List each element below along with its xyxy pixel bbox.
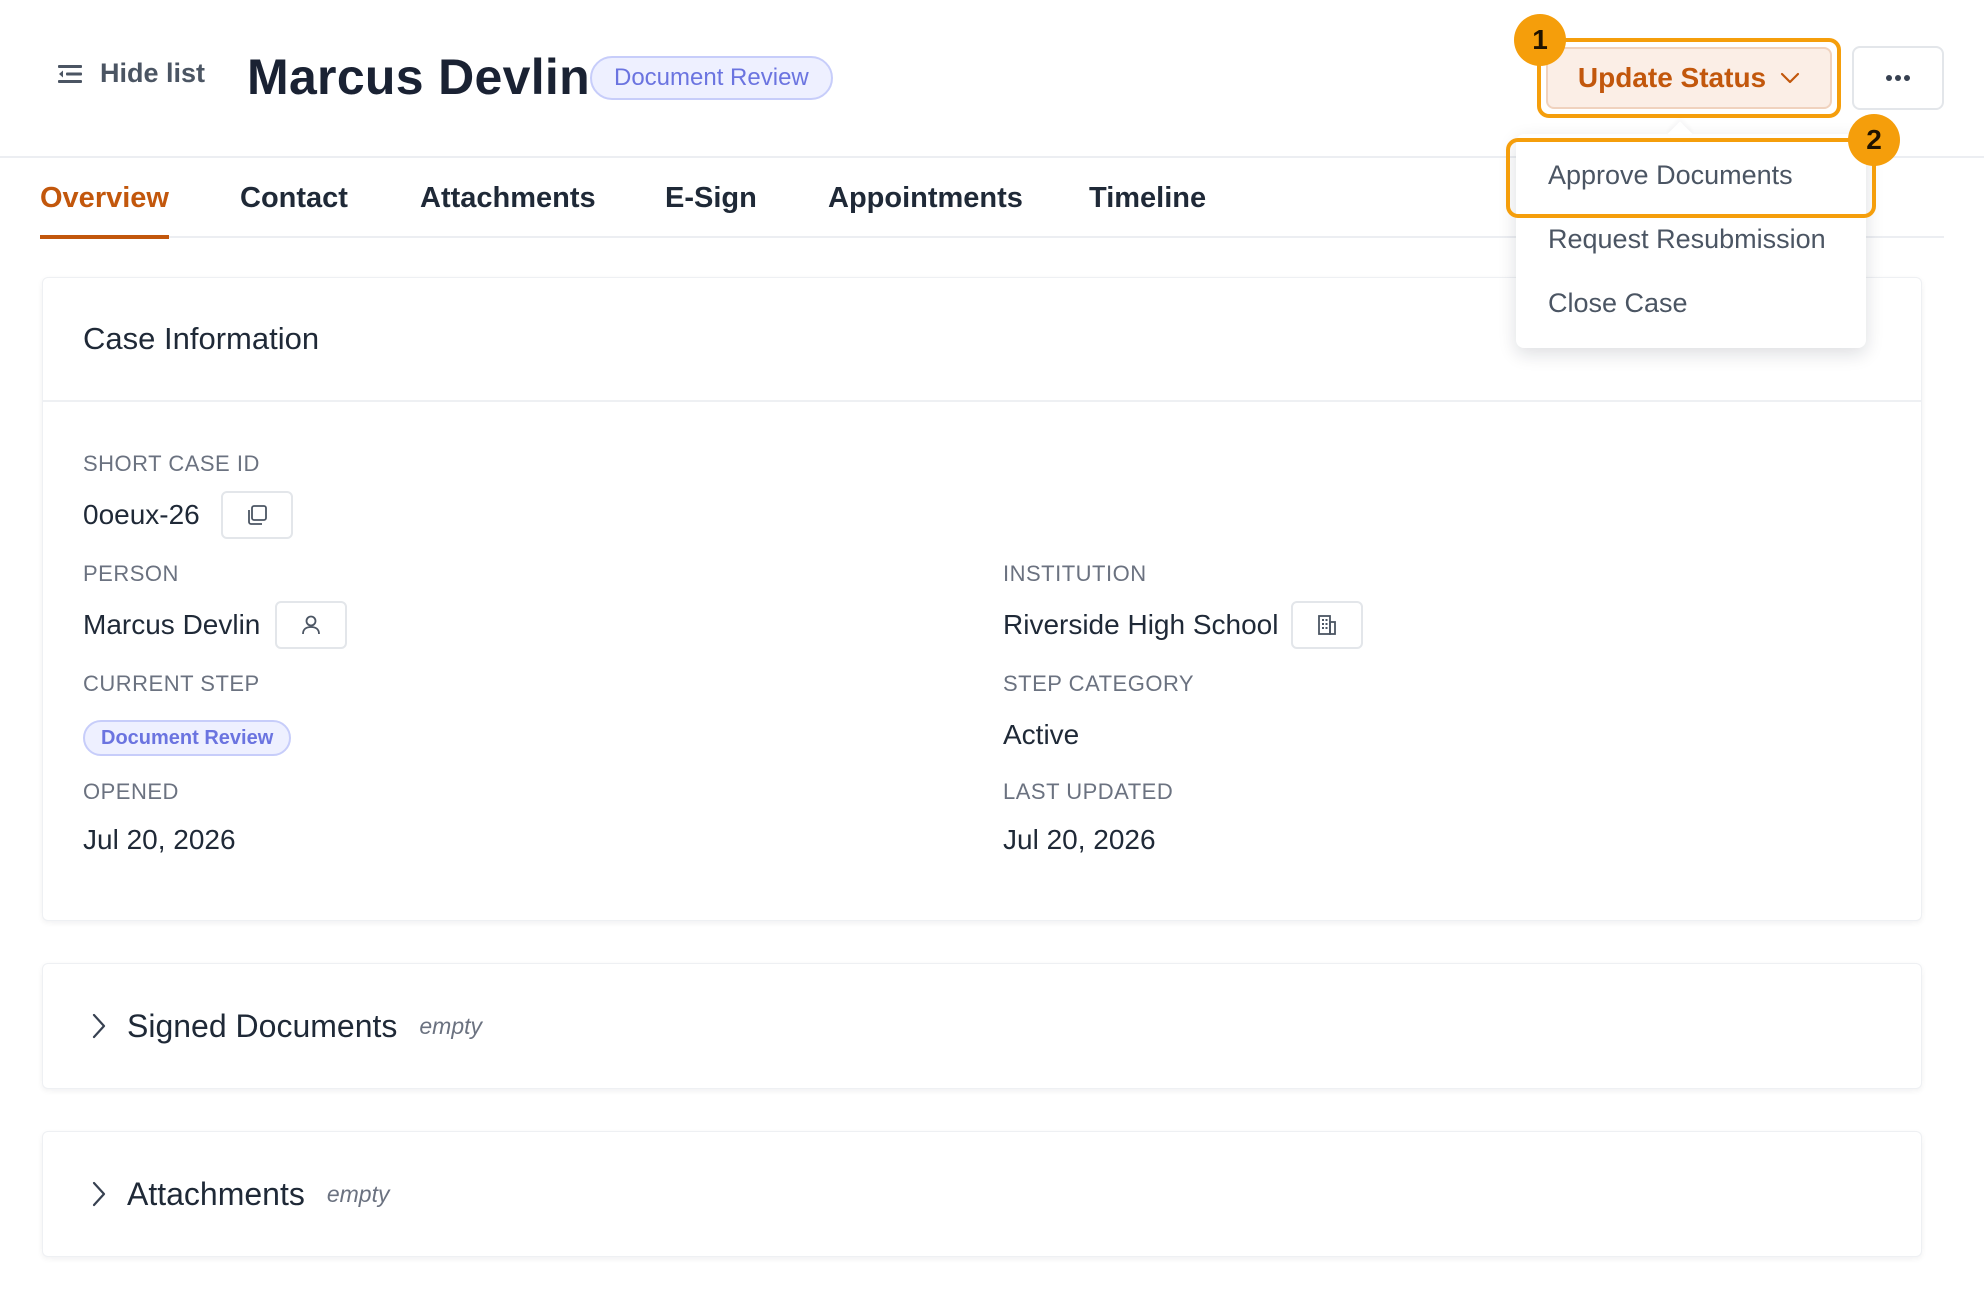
building-icon — [1318, 615, 1336, 635]
institution-label: INSTITUTION — [1003, 561, 1147, 586]
update-status-label: Update Status — [1577, 62, 1767, 93]
case-information-card: Case Information SHORT CASE ID 0oeux-26 … — [42, 277, 1922, 921]
attachments-empty-label: empty — [326, 1180, 390, 1207]
chevron-right-icon — [92, 1013, 106, 1039]
current-step-label: CURRENT STEP — [83, 671, 260, 696]
opened-value: Jul 20, 2026 — [83, 824, 236, 855]
view-institution-button[interactable] — [1291, 601, 1363, 649]
person-icon — [302, 615, 320, 635]
last-updated-value: Jul 20, 2026 — [1003, 824, 1156, 855]
step-category-value: Active — [1003, 719, 1080, 750]
step-marker-1: 1 — [1514, 14, 1566, 66]
hide-list-label: Hide list — [100, 58, 206, 88]
list-collapse-icon — [58, 64, 82, 83]
step-category-label: STEP CATEGORY — [1003, 671, 1195, 696]
chevron-right-icon — [92, 1181, 106, 1207]
update-status-button[interactable]: Update Status — [1546, 47, 1832, 109]
signed-documents-empty-label: empty — [419, 1012, 483, 1039]
copy-case-id-button[interactable] — [221, 491, 293, 539]
tab-timeline[interactable]: Timeline — [1089, 182, 1206, 235]
menu-item-request-resubmission[interactable]: Request Resubmission — [1548, 224, 1826, 255]
person-label: PERSON — [83, 561, 179, 586]
case-information-title: Case Information — [83, 321, 320, 356]
view-person-button[interactable] — [275, 601, 347, 649]
short-case-id-label: SHORT CASE ID — [83, 451, 260, 476]
hide-list-button[interactable]: Hide list — [58, 58, 205, 89]
signed-documents-title: Signed Documents — [127, 1007, 398, 1044]
menu-item-close-case[interactable]: Close Case — [1548, 288, 1688, 319]
signed-documents-section[interactable]: Signed Documents empty — [42, 963, 1922, 1089]
more-actions-button[interactable] — [1852, 46, 1944, 110]
page-title: Marcus Devlin — [247, 49, 590, 105]
last-updated-label: LAST UPDATED — [1003, 779, 1174, 804]
update-status-highlight: Update Status — [1537, 38, 1841, 118]
tab-contact[interactable]: Contact — [240, 182, 348, 235]
step-marker-2: 2 — [1848, 114, 1900, 166]
institution-value: Riverside High School — [1003, 609, 1279, 640]
short-case-id-value: 0oeux-26 — [83, 499, 200, 530]
tab-attachments[interactable]: Attachments — [420, 182, 596, 235]
chevron-down-icon — [1781, 72, 1800, 84]
person-value: Marcus Devlin — [83, 609, 261, 640]
attachments-section[interactable]: Attachments empty — [42, 1131, 1922, 1257]
case-detail-page: Hide list Marcus Devlin Document Review … — [0, 0, 1984, 1292]
current-step-badge: Document Review — [83, 720, 292, 756]
approve-documents-highlight — [1506, 138, 1876, 218]
status-badge: Document Review — [590, 56, 833, 100]
tab-appointments[interactable]: Appointments — [828, 182, 1023, 235]
tab-esign[interactable]: E-Sign — [665, 182, 757, 235]
opened-label: OPENED — [83, 779, 179, 804]
more-horizontal-icon — [1886, 75, 1910, 81]
attachments-title: Attachments — [127, 1175, 305, 1212]
copy-icon — [248, 505, 267, 525]
tab-overview[interactable]: Overview — [40, 182, 169, 239]
